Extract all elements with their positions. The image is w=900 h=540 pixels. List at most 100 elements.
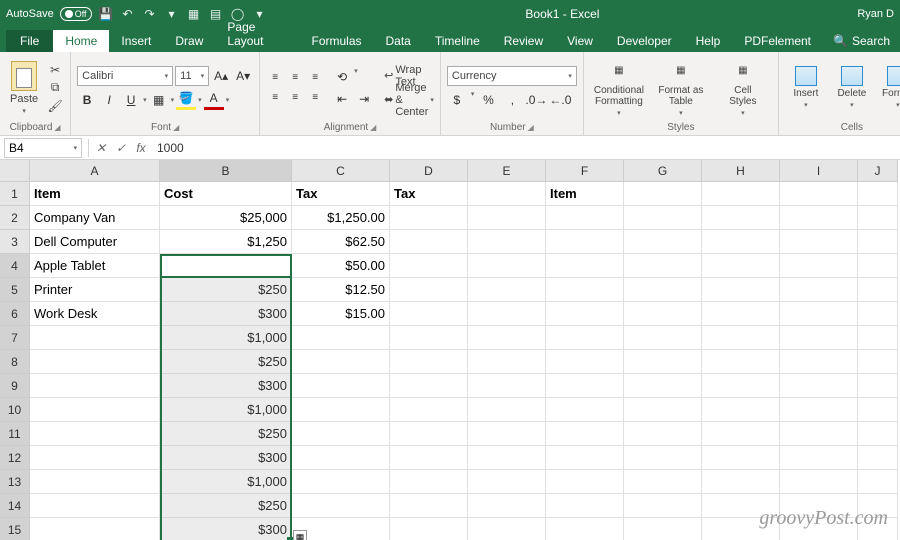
shrink-font-icon[interactable]: A▾ [233,66,253,86]
cell[interactable] [780,326,858,350]
align-top-icon[interactable]: ≡ [266,69,284,87]
fill-color-icon[interactable]: 🪣 [176,90,196,110]
cell[interactable] [390,398,468,422]
row-header[interactable]: 6 [0,302,30,326]
cell[interactable]: $300 [160,302,292,326]
italic-button[interactable]: I [99,90,119,110]
cell[interactable] [546,254,624,278]
tab-help[interactable]: Help [684,30,733,52]
cell[interactable] [292,398,390,422]
cell[interactable] [292,494,390,518]
cell[interactable] [390,302,468,326]
align-left-icon[interactable]: ≡ [266,89,284,107]
cell[interactable] [780,350,858,374]
cell[interactable] [624,278,702,302]
format-cells-button[interactable]: Format▾ [877,66,900,109]
align-center-icon[interactable]: ≡ [286,89,304,107]
row-header[interactable]: 11 [0,422,30,446]
column-header[interactable]: E [468,160,546,182]
cell[interactable] [546,230,624,254]
indent-increase-icon[interactable]: ⇥ [354,89,374,109]
cell[interactable]: $250 [160,350,292,374]
cell[interactable] [390,494,468,518]
cell[interactable] [292,350,390,374]
cell[interactable] [30,494,160,518]
cell[interactable] [702,422,780,446]
cell[interactable] [546,518,624,540]
cell[interactable] [546,494,624,518]
cell[interactable] [30,470,160,494]
cell[interactable] [702,398,780,422]
cell[interactable] [624,254,702,278]
cell[interactable] [624,326,702,350]
font-size-select[interactable]: 11▾ [175,66,209,86]
cell[interactable] [858,182,898,206]
worksheet-grid[interactable]: ABCDEFGHIJ 123456789101112131415 ItemCos… [0,160,900,540]
cell[interactable] [390,206,468,230]
user-name[interactable]: Ryan D [857,8,894,20]
cell[interactable] [858,230,898,254]
cell[interactable]: $1,000 [160,326,292,350]
cell[interactable] [624,518,702,540]
format-as-table-button[interactable]: ▦Format as Table▾ [652,57,710,119]
qat-icon[interactable]: ▾ [164,6,180,22]
insert-cells-button[interactable]: Insert▾ [785,66,827,109]
column-header[interactable]: F [546,160,624,182]
cell[interactable]: Company Van [30,206,160,230]
cell[interactable] [468,350,546,374]
font-name-select[interactable]: Calibri▾ [77,66,173,86]
cell[interactable] [30,422,160,446]
cell[interactable]: $250 [160,422,292,446]
cell[interactable] [468,398,546,422]
cell[interactable] [780,374,858,398]
dialog-launcher-icon[interactable]: ◢ [370,123,376,132]
cell[interactable]: $15.00 [292,302,390,326]
cell[interactable]: Tax [292,182,390,206]
cell[interactable] [858,446,898,470]
autofill-options-icon[interactable]: ▦ [293,530,307,540]
cell[interactable] [468,422,546,446]
cell[interactable] [702,446,780,470]
cell[interactable] [624,494,702,518]
cell[interactable] [390,350,468,374]
dialog-launcher-icon[interactable]: ◢ [54,123,60,132]
cell[interactable] [546,278,624,302]
tab-timeline[interactable]: Timeline [423,30,492,52]
cell[interactable] [702,230,780,254]
qat-icon[interactable]: ◯ [230,6,246,22]
border-icon[interactable]: ▦ [149,90,169,110]
cell[interactable] [390,446,468,470]
cancel-icon[interactable]: ✕ [91,141,111,155]
cell[interactable] [624,350,702,374]
cell[interactable] [702,350,780,374]
cell[interactable] [30,446,160,470]
cell[interactable] [390,422,468,446]
cell[interactable] [780,302,858,326]
cell[interactable] [624,470,702,494]
cell[interactable] [30,326,160,350]
tab-draw[interactable]: Draw [163,30,215,52]
tab-developer[interactable]: Developer [605,30,684,52]
cell[interactable] [858,470,898,494]
cell[interactable] [702,206,780,230]
cell[interactable] [546,206,624,230]
cell[interactable] [624,446,702,470]
bold-button[interactable]: B [77,90,97,110]
cell[interactable] [624,302,702,326]
cell[interactable] [780,182,858,206]
cell[interactable]: $62.50 [292,230,390,254]
cell[interactable]: $1,250.00 [292,206,390,230]
cut-icon[interactable]: ✂ [46,62,64,78]
cell[interactable] [780,230,858,254]
merge-center-button[interactable]: ⬌Merge & Center▾ [384,90,434,110]
redo-icon[interactable]: ↷ [142,6,158,22]
cell[interactable]: Dell Computer [30,230,160,254]
row-header[interactable]: 7 [0,326,30,350]
cell[interactable]: $300 [160,518,292,540]
cell[interactable]: $25,000 [160,206,292,230]
cell[interactable] [702,254,780,278]
dialog-launcher-icon[interactable]: ◢ [173,123,179,132]
cell[interactable]: Item [546,182,624,206]
indent-decrease-icon[interactable]: ⇤ [332,89,352,109]
cell[interactable] [30,398,160,422]
